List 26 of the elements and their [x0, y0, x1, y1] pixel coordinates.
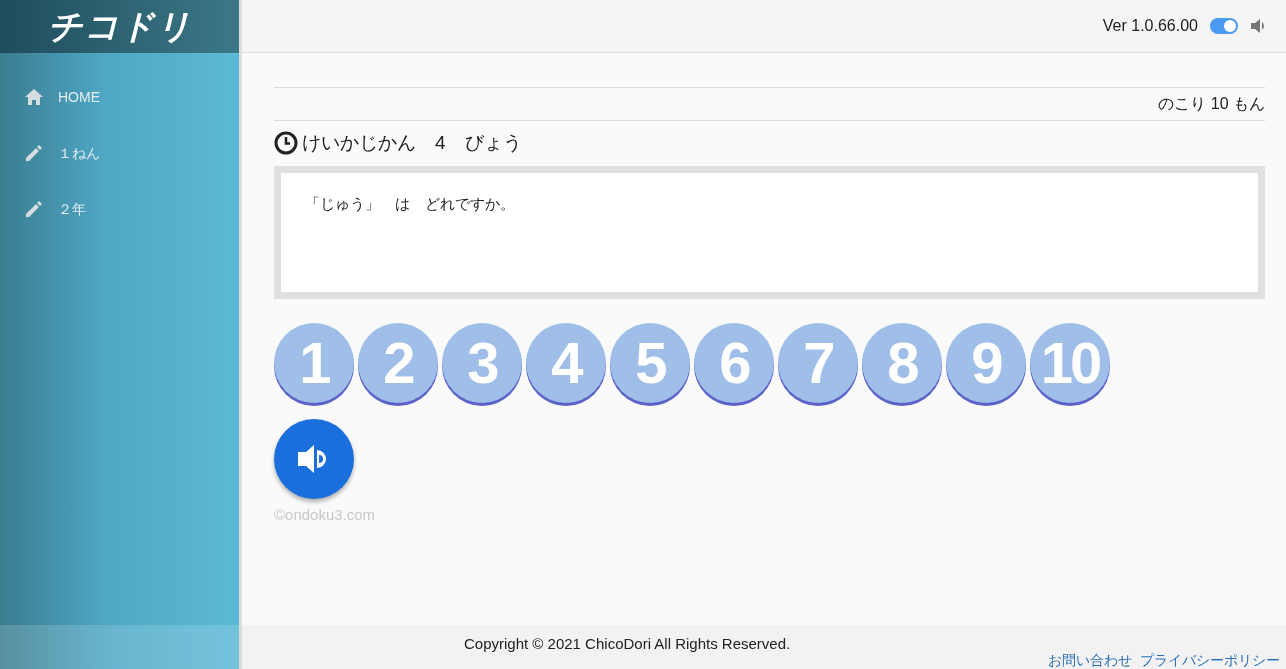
answer-button[interactable]: 10 — [1030, 322, 1110, 403]
home-icon — [24, 88, 44, 106]
answer-button[interactable]: 9 — [946, 322, 1026, 403]
answer-button[interactable]: 1 — [274, 322, 354, 403]
remaining-count: のこり 10 もん — [1158, 95, 1265, 112]
answer-button[interactable]: 8 — [862, 322, 942, 403]
answer-button[interactable]: 3 — [442, 322, 522, 403]
answer-button[interactable]: 2 — [358, 322, 438, 403]
sound-toggle[interactable] — [1210, 18, 1238, 34]
elapsed-time: けいかじかん 4 びょう — [302, 131, 522, 155]
answer-button[interactable]: 5 — [610, 322, 690, 403]
pencil-icon — [24, 199, 44, 219]
play-audio-button[interactable] — [274, 418, 354, 499]
copyright-text: Copyright © 2021 ChicoDori All Rights Reserved. — [464, 634, 791, 654]
version-label: Ver 1.0.66.00 — [1102, 16, 1198, 36]
answer-button[interactable]: 6 — [694, 322, 774, 403]
pencil-icon — [24, 143, 44, 163]
sidebar-item[interactable]: ２年 — [0, 181, 239, 237]
sidebar-item[interactable]: １ねん — [0, 125, 239, 181]
sidebar-item[interactable]: HOME — [0, 69, 239, 125]
footer-link[interactable]: お問い合わせ — [1048, 650, 1132, 669]
clock-icon — [274, 131, 298, 156]
footer-link[interactable]: プライバシーポリシー — [1140, 650, 1280, 669]
question-text: 「じゅう」 は どれですか。 — [305, 194, 515, 212]
answer-button[interactable]: 4 — [526, 322, 606, 403]
answer-button[interactable]: 7 — [778, 322, 858, 403]
